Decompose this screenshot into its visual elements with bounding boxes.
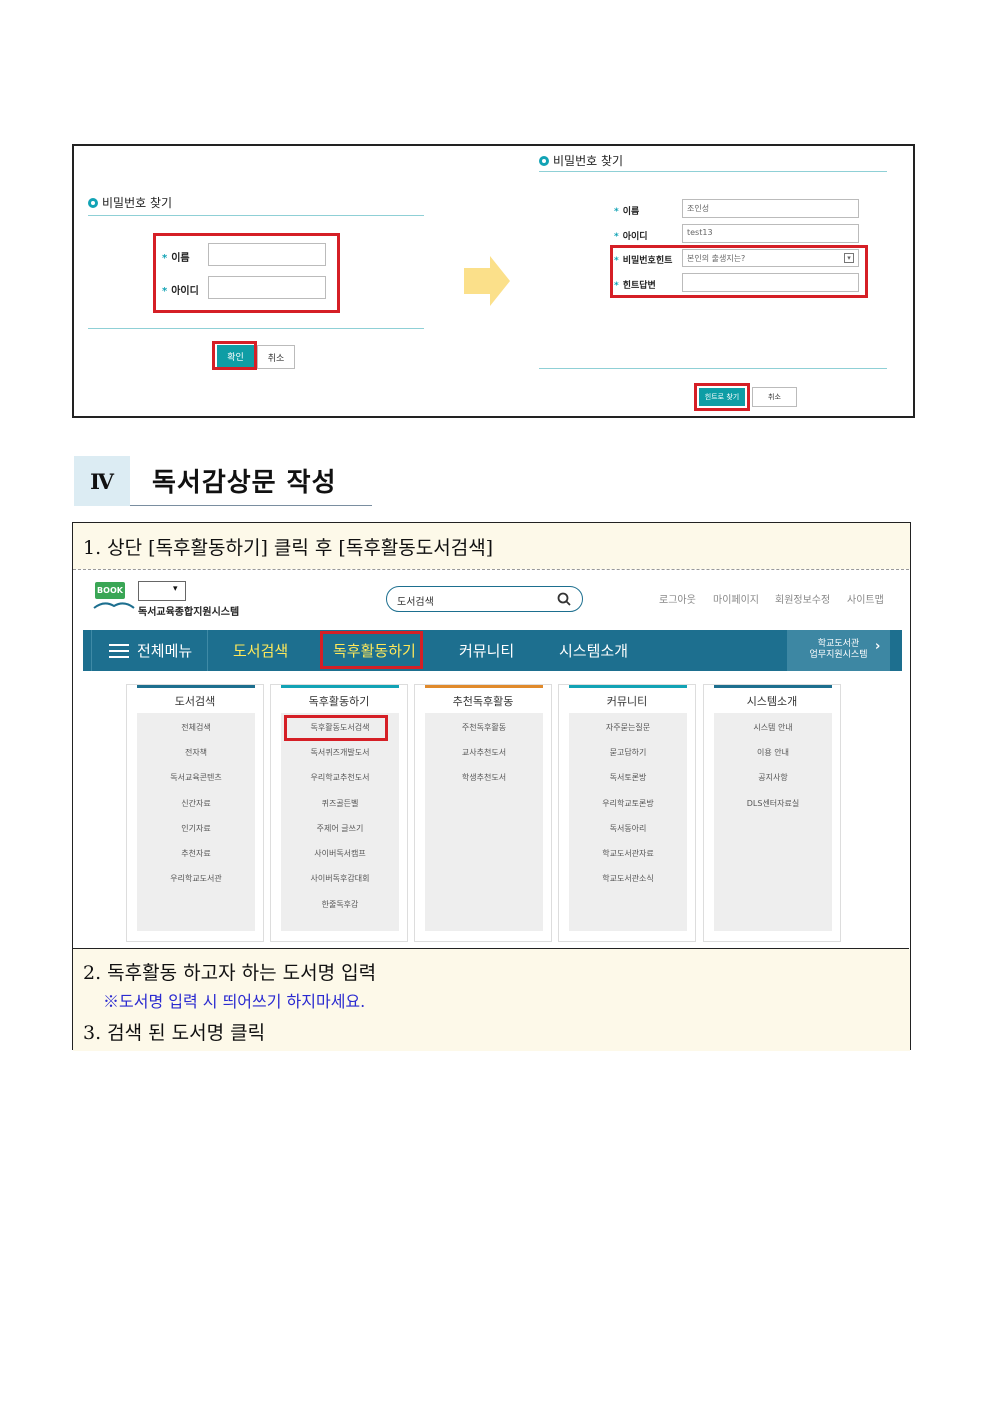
menu-column-book-search: 도서검색 전체검색 전자책 독서교육콘텐츠 신간자료 인기자료 추천자료 우리학… [126, 684, 264, 942]
hamburger-icon [109, 643, 129, 658]
menu-item[interactable]: 추천자료 [137, 848, 255, 859]
menu-item[interactable]: 사이버독서캠프 [281, 848, 399, 859]
bullet-icon [88, 197, 98, 208]
left-form-divider-bottom [88, 328, 424, 329]
menu-item[interactable]: 전자책 [137, 747, 255, 758]
right-form-heading: 비밀번호 찾기 [539, 152, 623, 169]
step-table: 1. 상단 [독후활동하기] 클릭 후 [독후활동도서검색] BOOK ▾ 독서… [72, 522, 911, 1051]
highlight-box [153, 233, 340, 313]
all-menu-button[interactable]: 전체메뉴 [109, 630, 192, 671]
cancel-button[interactable]: 취소 [752, 387, 797, 407]
menu-item[interactable]: 한줄독후감 [281, 899, 399, 910]
menu-column-system: 시스템소개 시스템 안내 이용 안내 공지사항 DLS센터자료실 [703, 684, 841, 942]
step2-note: ※도서명 입력 시 띄어쓰기 하지마세요. [103, 992, 366, 1011]
nav-book-search[interactable]: 도서검색 [233, 630, 288, 671]
highlight-box [694, 383, 750, 411]
highlight-box [284, 715, 388, 741]
menu-column-community: 커뮤니티 자주묻는질문 묻고답하기 독서토론방 우리학교토론방 독서동아리 학교… [558, 684, 696, 942]
menu-column-reading-activity: 독후활동하기 독후활동도서검색 독서퀴즈개발도서 우리학교추천도서 퀴즈골든벨 … [270, 684, 408, 942]
menu-item[interactable]: 인기자료 [137, 823, 255, 834]
menu-item[interactable]: 주천독후활동 [425, 722, 543, 733]
menu-column-recommended: 추천독후활동 주천독후활동 교사추천도서 학생추천도서 [414, 684, 552, 942]
menu-item[interactable]: 공지사항 [714, 772, 832, 783]
password-find-screenshot: 비밀번호 찾기 * 이름 * 아이디 확인 취소 비밀번호 찾기 * 이름 조인성 *… [72, 144, 915, 418]
section-title: 독서감상문 작성 [152, 468, 337, 498]
chevron-down-icon: ▾ [173, 584, 178, 594]
cancel-button[interactable]: 취소 [257, 345, 295, 369]
right-id-input[interactable]: test13 [682, 224, 859, 243]
menu-item[interactable]: 우리학교도서관 [137, 873, 255, 884]
menu-item[interactable]: 묻고답하기 [569, 747, 687, 758]
bullet-icon [539, 155, 549, 166]
menu-item[interactable]: 시스템 안내 [714, 722, 832, 733]
logout-link[interactable]: 로그아웃 [659, 591, 696, 606]
right-id-label: * 아이디 [614, 232, 648, 242]
menu-item[interactable]: 독서퀴즈개발도서 [281, 747, 399, 758]
menu-item[interactable]: 신간자료 [137, 798, 255, 809]
section-underline [130, 505, 372, 506]
nav-system-intro[interactable]: 시스템소개 [559, 630, 628, 671]
edit-profile-link[interactable]: 회원정보수정 [775, 591, 830, 606]
main-navbar: 전체메뉴 도서검색 독후활동하기 커뮤니티 시스템소개 학교도서관 업무지원시스… [83, 630, 902, 671]
logo-text: 독서교육종합지원시스템 [138, 607, 240, 618]
right-name-input[interactable]: 조인성 [682, 199, 859, 218]
school-library-system-button[interactable]: 학교도서관 업무지원시스템 › [787, 630, 890, 671]
menu-item[interactable]: 사이버독후감대회 [281, 873, 399, 884]
menu-item[interactable]: 주제어 글쓰기 [281, 823, 399, 834]
menu-item[interactable]: 학생추천도서 [425, 772, 543, 783]
menu-item[interactable]: 학교도서관소식 [569, 873, 687, 884]
highlight-box [212, 341, 257, 370]
right-form-divider-bottom [539, 368, 887, 369]
menu-item[interactable]: 퀴즈골든벨 [281, 798, 399, 809]
section-number: Ⅳ [74, 456, 130, 506]
right-form-divider [539, 171, 887, 172]
steps-2-3-row: 2. 독후활동 하고자 하는 도서명 입력 ※도서명 입력 시 띄어쓰기 하지마… [73, 949, 910, 1051]
book-logo-icon [93, 602, 135, 609]
mypage-link[interactable]: 마이페이지 [713, 591, 759, 606]
right-name-label: * 이름 [614, 207, 640, 217]
sitemap-link[interactable]: 사이트맵 [847, 591, 884, 606]
logo-dropdown[interactable]: ▾ [138, 581, 186, 601]
menu-item[interactable]: 교사추천도서 [425, 747, 543, 758]
step1-row: 1. 상단 [독후활동하기] 클릭 후 [독후활동도서검색] [73, 523, 910, 569]
menu-item[interactable]: 학교도서관자료 [569, 848, 687, 859]
menu-item[interactable]: 우리학교토론방 [569, 798, 687, 809]
chevron-right-icon: › [875, 639, 881, 654]
nav-community[interactable]: 커뮤니티 [459, 630, 514, 671]
dls-screenshot: BOOK ▾ 독서교육종합지원시스템 도서검색 로그아웃 마이페이지 회원정보수… [73, 569, 909, 949]
step3-text: 3. 검색 된 도서명 클릭 [83, 1022, 266, 1044]
highlight-box [610, 245, 868, 298]
menu-item[interactable]: 독서교육콘텐츠 [137, 772, 255, 783]
menu-item[interactable]: 독서토론방 [569, 772, 687, 783]
menu-item[interactable]: 독서동아리 [569, 823, 687, 834]
menu-item[interactable]: 전체검색 [137, 722, 255, 733]
highlight-box [320, 631, 423, 669]
step1-text: 1. 상단 [독후활동하기] 클릭 후 [독후활동도서검색] [83, 536, 494, 559]
step2-text: 2. 독후활동 하고자 하는 도서명 입력 [83, 962, 377, 984]
menu-item[interactable]: 우리학교추천도서 [281, 772, 399, 783]
menu-item[interactable]: DLS센터자료실 [714, 798, 832, 809]
right-arrow-icon [464, 256, 510, 306]
search-icon[interactable] [557, 592, 571, 606]
book-logo-badge: BOOK [95, 582, 125, 599]
left-form-divider [88, 215, 424, 216]
left-form-heading: 비밀번호 찾기 [88, 194, 172, 211]
book-search-input[interactable]: 도서검색 [386, 586, 583, 612]
menu-item[interactable]: 자주묻는질문 [569, 722, 687, 733]
menu-item[interactable]: 이용 안내 [714, 747, 832, 758]
